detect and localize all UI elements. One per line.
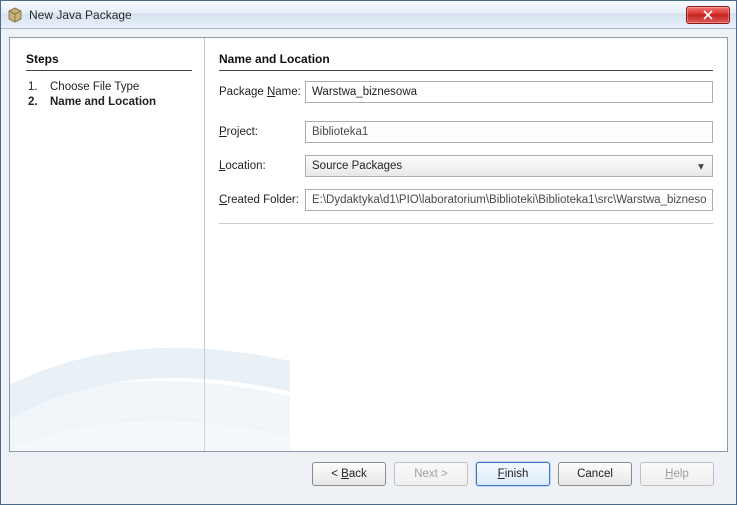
steps-panel: Steps 1. Choose File Type 2. Name and Lo… — [10, 38, 205, 451]
step-label: Name and Location — [50, 96, 156, 108]
location-dropdown[interactable]: Source Packages ▾ — [305, 155, 713, 177]
main-panel: Steps 1. Choose File Type 2. Name and Lo… — [9, 37, 728, 452]
help-button: Help — [640, 462, 714, 486]
steps-list: 1. Choose File Type 2. Name and Location — [26, 81, 192, 108]
created-folder-label: Created Folder: — [219, 194, 305, 206]
dialog-window: New Java Package Steps 1. Choose File Ty… — [0, 0, 737, 505]
package-name-input[interactable] — [305, 81, 713, 103]
step-num: 1. — [28, 81, 50, 93]
separator — [219, 223, 713, 224]
button-row: < Back Next > Finish Cancel Help — [9, 452, 728, 496]
location-label: Location: — [219, 160, 305, 172]
step-item-active: 2. Name and Location — [28, 96, 192, 108]
finish-button[interactable]: Finish — [476, 462, 550, 486]
dialog-content: Steps 1. Choose File Type 2. Name and Lo… — [1, 29, 736, 504]
close-icon — [703, 10, 713, 20]
package-icon — [7, 7, 23, 23]
location-value: Source Packages — [312, 160, 694, 172]
package-name-label: Package Name: — [219, 86, 305, 98]
created-folder-input — [305, 189, 713, 211]
step-label: Choose File Type — [50, 81, 139, 93]
titlebar[interactable]: New Java Package — [1, 1, 736, 29]
back-button[interactable]: < Back — [312, 462, 386, 486]
project-input — [305, 121, 713, 143]
form-heading: Name and Location — [219, 52, 713, 71]
next-button: Next > — [394, 462, 468, 486]
steps-heading: Steps — [26, 52, 192, 71]
chevron-down-icon: ▾ — [694, 159, 708, 173]
created-folder-row: Created Folder: — [219, 189, 713, 211]
project-row: Project: — [219, 121, 713, 143]
package-name-row: Package Name: — [219, 81, 713, 103]
step-item: 1. Choose File Type — [28, 81, 192, 93]
step-num: 2. — [28, 96, 50, 108]
form-panel: Name and Location Package Name: Project:… — [205, 38, 727, 451]
project-label: Project: — [219, 126, 305, 138]
close-button[interactable] — [686, 6, 730, 24]
location-row: Location: Source Packages ▾ — [219, 155, 713, 177]
window-title: New Java Package — [29, 8, 686, 22]
cancel-button[interactable]: Cancel — [558, 462, 632, 486]
